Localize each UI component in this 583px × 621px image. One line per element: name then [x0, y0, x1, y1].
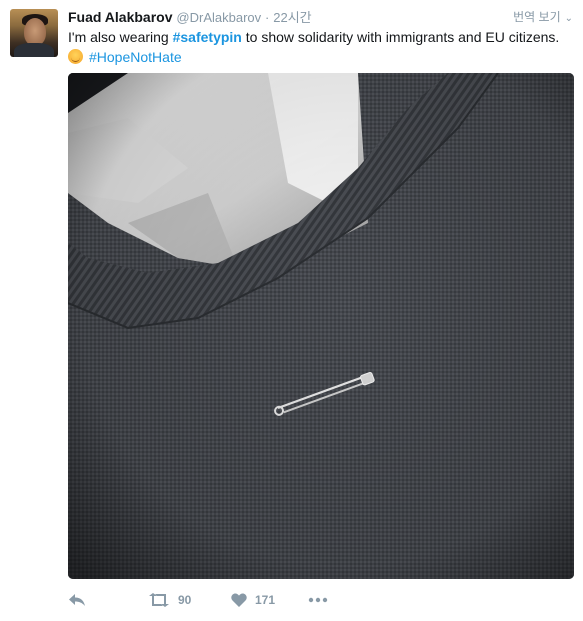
- chevron-down-icon: ⌄: [564, 13, 573, 24]
- hashtag-hopenothate[interactable]: #HopeNotHate: [89, 49, 182, 65]
- heart-icon: [231, 593, 247, 607]
- fullname[interactable]: Fuad Alakbarov: [68, 9, 173, 25]
- reply-icon: [69, 594, 85, 606]
- separator: ·: [265, 10, 270, 25]
- retweet-button[interactable]: 90: [148, 589, 191, 611]
- relieved-face-emoji-icon: [68, 49, 83, 64]
- retweet-count: 90: [178, 593, 192, 607]
- more-icon: [308, 597, 328, 603]
- tweet-text: I'm also wearing #safetypin to show soli…: [68, 27, 578, 67]
- translate-label: 번역 보기: [513, 10, 561, 24]
- tweet-header: Fuad Alakbarov @DrAlakbarov · 22시간: [68, 8, 568, 26]
- more-button[interactable]: [308, 589, 328, 611]
- tweet-actions: 90 171: [68, 589, 568, 611]
- tweet-photo[interactable]: [68, 73, 574, 579]
- avatar[interactable]: [10, 9, 58, 57]
- retweet-icon: [149, 593, 169, 607]
- reply-button[interactable]: [68, 589, 86, 611]
- tweet-text-end: to show solidarity with immigrants and E…: [241, 29, 560, 45]
- timestamp[interactable]: 22시간: [273, 10, 311, 25]
- tweet-text-start: I'm also wearing: [68, 29, 173, 45]
- hashtag-safetypin[interactable]: #safetypin: [173, 29, 242, 45]
- username[interactable]: @DrAlakbarov: [176, 10, 261, 25]
- like-button[interactable]: 171: [231, 589, 275, 611]
- like-count: 171: [255, 593, 276, 607]
- translate-button[interactable]: 번역 보기 ⌄: [513, 8, 573, 28]
- tweet: Fuad Alakbarov @DrAlakbarov · 22시간 번역 보기…: [0, 0, 583, 621]
